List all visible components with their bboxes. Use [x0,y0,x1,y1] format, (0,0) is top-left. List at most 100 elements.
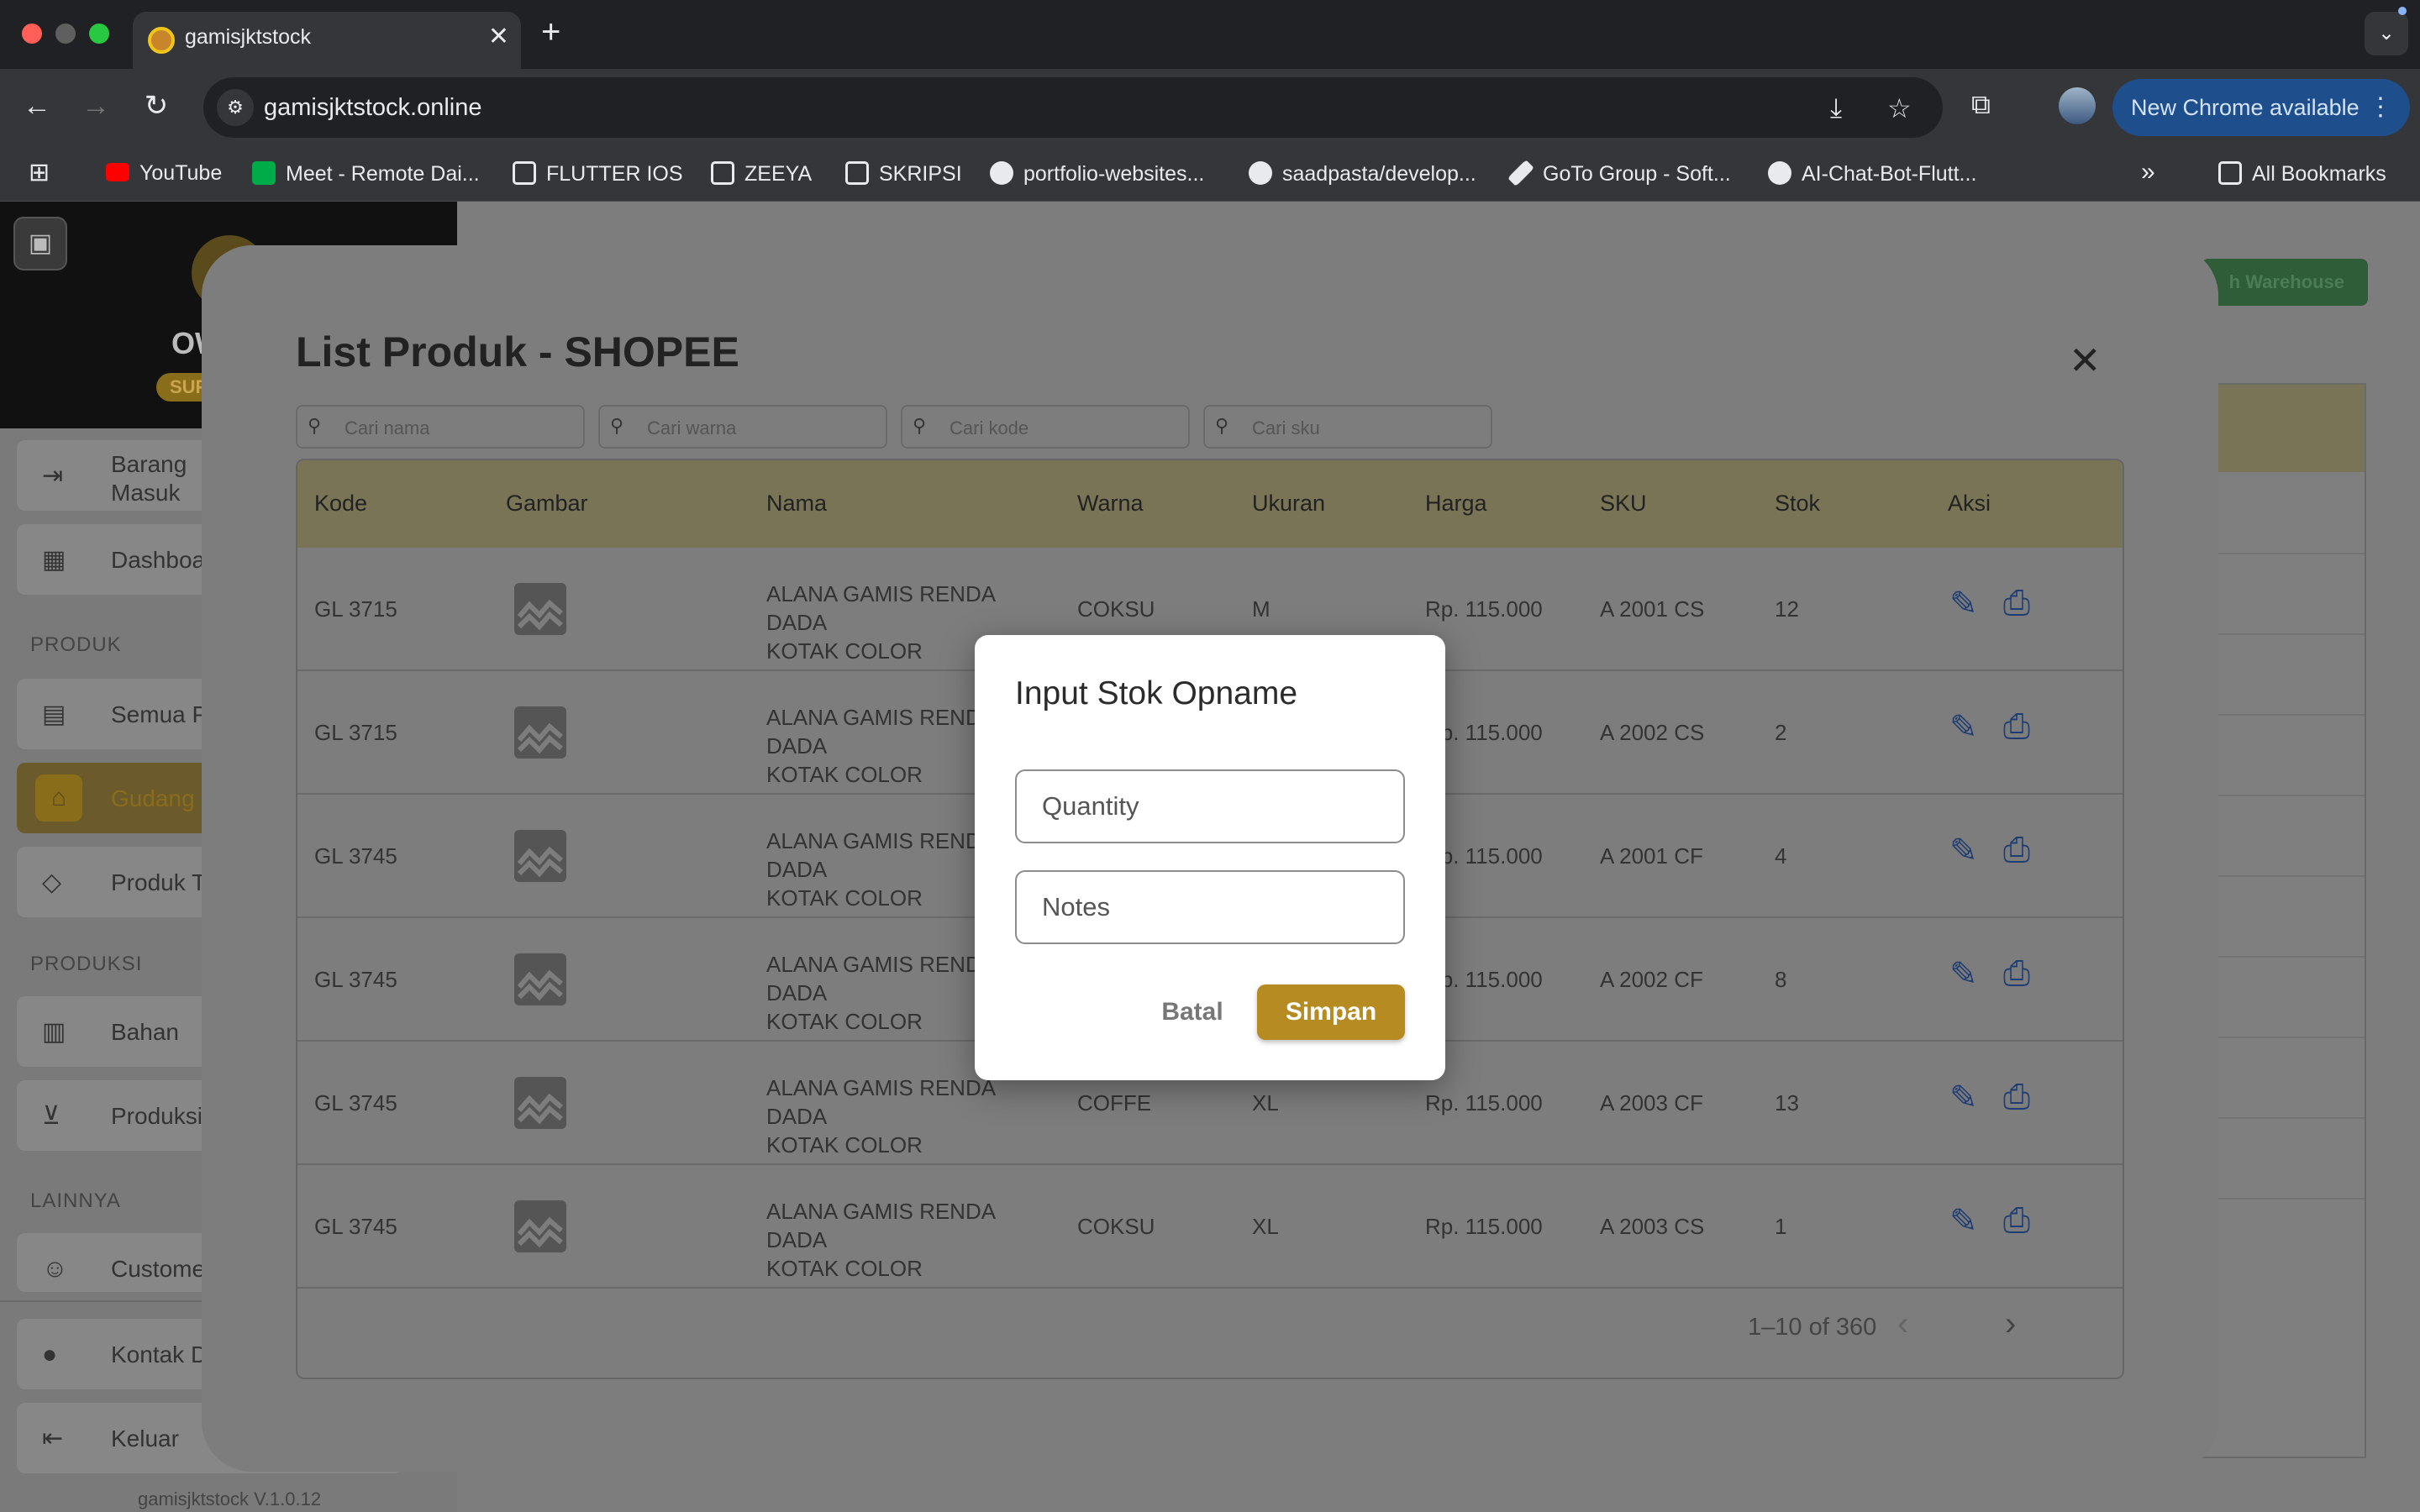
bookmark-saadpasta[interactable]: saadpasta/develop... [1249,161,1476,186]
tab-close-icon[interactable]: ✕ [488,22,509,51]
filter-nama[interactable]: ⚲ Cari nama [296,405,585,449]
notes-input[interactable] [1015,870,1405,944]
bookmark-all[interactable]: All Bookmarks [2218,161,2386,186]
edit-icon[interactable]: ✎ [1949,1079,1978,1117]
dialog-title: Input Stok Opname [1015,675,1298,711]
edit-icon[interactable]: ✎ [1949,955,1978,994]
column-header-stok: Stok [1775,491,1821,516]
folder-icon [2218,161,2242,185]
sidebar-item-label: Custome [111,1256,206,1282]
row-divider [2202,875,2365,877]
browser-tab[interactable]: gamisjktstock ✕ [133,12,521,69]
next-page-icon[interactable]: › [2005,1305,2016,1343]
row-divider [2202,1117,2365,1119]
edit-icon[interactable]: ✎ [1949,708,1978,747]
bookmark-label: portfolio-websites... [1023,162,1205,186]
bookmark-ai-chat[interactable]: AI-Chat-Bot-Flutt... [1768,161,1976,186]
reload-button[interactable]: ↻ [136,86,176,126]
print-icon[interactable]: ⎙ [2003,832,2030,869]
url-text[interactable]: gamisjktstock.online [264,94,482,122]
filter-placeholder: Cari warna [647,417,737,438]
prev-page-icon[interactable]: ‹ [1897,1305,1908,1343]
row-divider [2202,1198,2365,1200]
sidebar-item-label: Keluar [111,1425,179,1452]
install-app-icon[interactable]: ⤓ [1830,92,1842,124]
background-table-header [2202,385,2365,472]
maximize-window-button[interactable] [89,24,109,44]
cell-sku: A 2001 CF [1600,843,1703,869]
section-produk: PRODUK [30,633,122,656]
sidebar-toggle-icon[interactable]: ▣ [13,217,67,270]
column-header-aksi: Aksi [1948,491,1991,516]
site-info-icon[interactable]: ⚙ [217,89,254,126]
cell-kode: GL 3745 [314,1090,397,1116]
print-icon[interactable]: ⎙ [2003,708,2030,746]
print-icon[interactable]: ⎙ [2003,1202,2030,1240]
notification-dot [2398,7,2407,15]
person-icon: ● [42,1341,58,1368]
filter-sku[interactable]: ⚲ Cari sku [1203,405,1492,449]
address-bar[interactable]: ⚙ gamisjktstock.online ⤓ ☆ [203,77,1943,138]
bookmark-zeeya[interactable]: ZEEYA [711,161,812,186]
tab-search-button[interactable]: ⌄ [2365,12,2408,55]
cell-sku: A 2001 CS [1600,596,1705,622]
section-lainnya: LAINNYA [30,1189,121,1212]
cell-harga: Rp. 115.000 [1425,1090,1543,1116]
filter-warna[interactable]: ⚲ Cari warna [598,405,887,449]
back-button[interactable]: ← [17,86,57,126]
product-image-placeholder-icon [514,1077,566,1129]
bookmark-youtube[interactable]: YouTube [106,161,222,186]
bookmark-label: Meet - Remote Dai... [286,162,480,186]
bookmark-meet[interactable]: Meet - Remote Dai... [252,161,480,186]
cell-ukuran: XL [1252,1090,1279,1116]
filter-placeholder: Cari nama [345,417,430,438]
cell-nama: ALANA GAMIS RENDA DADA KOTAK COLOR [766,1075,995,1158]
filter-kode[interactable]: ⚲ Cari kode [901,405,1190,449]
print-icon[interactable]: ⎙ [2003,1079,2030,1116]
cell-kode: GL 3715 [314,596,397,622]
bookmarks-bar: ⊞ YouTube Meet - Remote Dai... FLUTTER I… [0,146,2420,202]
close-window-button[interactable] [22,24,42,44]
dashboard-icon: ▦ [42,546,66,574]
profile-avatar[interactable] [2059,87,2096,124]
new-tab-button[interactable]: + [541,13,560,51]
more-bookmarks-icon[interactable]: » [2141,158,2155,186]
stok-opname-dialog: Input Stok Opname Batal Simpan [975,635,1445,1080]
quantity-input[interactable] [1015,769,1405,843]
meet-icon [252,161,276,185]
bookmark-portfolio[interactable]: portfolio-websites... [990,161,1204,186]
close-icon[interactable]: ✕ [2069,338,2102,383]
tab-title: gamisjktstock [185,25,312,49]
warehouse-icon: ⌂ [35,774,82,822]
cancel-button[interactable]: Batal [1148,984,1237,1040]
column-header-gambar: Gambar [506,491,588,516]
apps-grid-icon[interactable]: ⊞ [29,158,50,187]
minimize-window-button[interactable] [55,24,76,44]
edit-icon[interactable]: ✎ [1949,1202,1978,1241]
bookmark-star-icon[interactable]: ☆ [1887,92,1912,124]
extensions-icon[interactable]: ⧉ [1971,89,1991,121]
save-button[interactable]: Simpan [1257,984,1405,1040]
bookmark-skripsi[interactable]: SKRIPSI [845,161,962,186]
edit-icon[interactable]: ✎ [1949,585,1978,623]
product-image-placeholder-icon [514,830,566,882]
print-icon[interactable]: ⎙ [2003,585,2030,622]
column-header-ukuran: Ukuran [1252,491,1326,516]
cell-sku: A 2003 CS [1600,1214,1705,1239]
bookmark-flutter-ios[interactable]: FLUTTER IOS [513,161,683,186]
chrome-menu-icon[interactable]: ⋮ [2368,79,2393,136]
sidebar-item-label: Semua P [111,701,208,727]
add-warehouse-button[interactable]: h Warehouse [2202,259,2368,306]
cell-stok: 8 [1775,967,1787,992]
bookmark-goto[interactable]: GoTo Group - Soft... [1507,160,1731,186]
forward-button[interactable]: → [76,86,116,126]
folder-icon [513,161,536,185]
pagination-text: 1–10 of 360 [1748,1314,1877,1341]
cell-warna: COFFE [1077,1090,1152,1116]
print-icon[interactable]: ⎙ [2003,955,2030,993]
new-chrome-available-button[interactable]: New Chrome available ⋮ [2112,79,2410,136]
row-divider [2202,795,2365,796]
youtube-icon [106,163,129,181]
edit-icon[interactable]: ✎ [1949,832,1978,870]
archive-icon: ▤ [42,701,66,728]
